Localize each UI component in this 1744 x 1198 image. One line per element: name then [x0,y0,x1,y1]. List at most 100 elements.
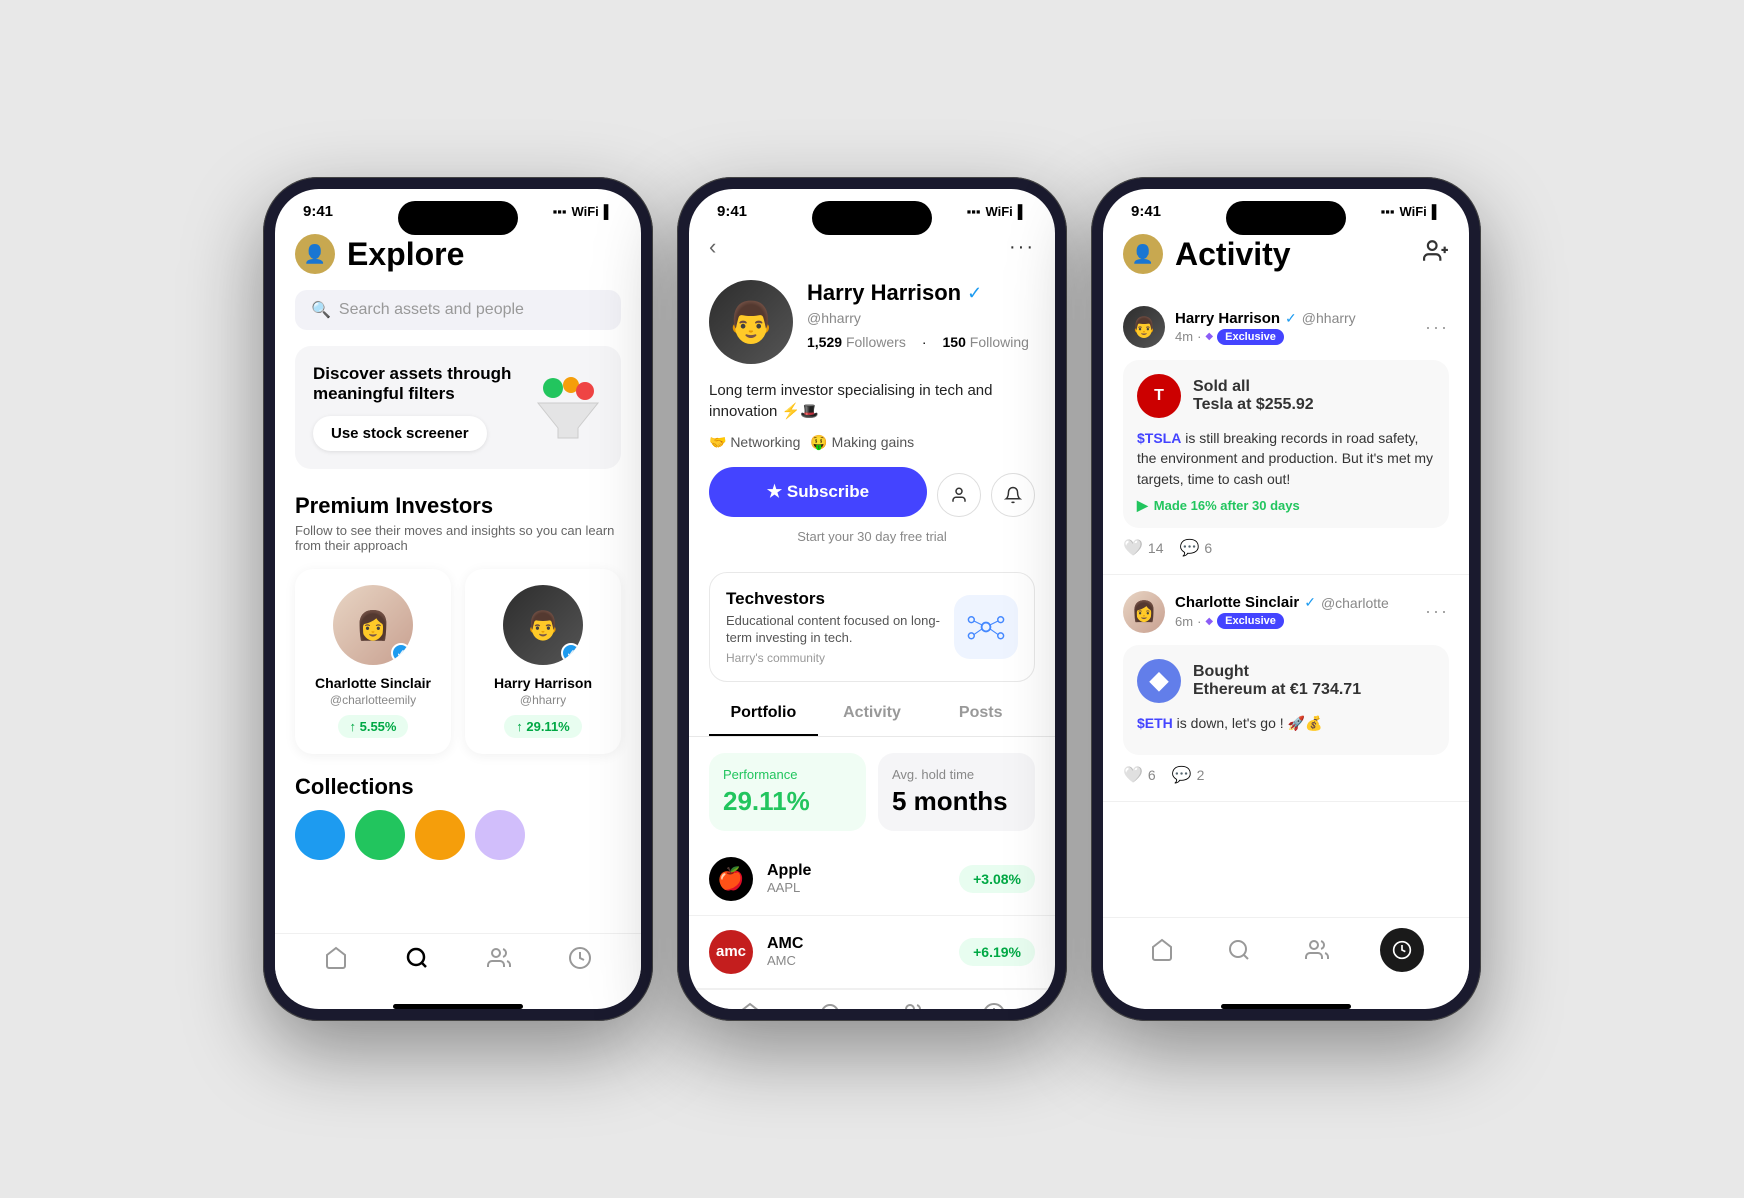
nav-feed-icon-2[interactable] [736,1000,764,1009]
profile-screen: ‹ ··· 👨 Harry Harrison ✓ @hharry [689,226,1055,1009]
screener-visual [533,373,603,443]
investor-card-charlotte[interactable]: 👩 ✓ Charlotte Sinclair @charlotteemily ↑… [295,569,451,754]
charlotte-feed-handle: @charlotte [1321,595,1389,611]
nav-search-icon-3[interactable] [1225,936,1253,964]
follow-button[interactable] [937,473,981,517]
notch-2 [812,201,932,235]
nav-people-icon-3[interactable] [1303,936,1331,964]
harry-comments[interactable]: 💬 6 [1180,538,1213,558]
charlotte-likes[interactable]: 🤍 6 [1123,765,1156,785]
hold-value: 5 months [892,786,1021,817]
notify-button[interactable] [991,473,1035,517]
charlotte-trade-action: Bought Ethereum at €1 734.71 [1193,663,1361,699]
explore-title: Explore [347,236,464,273]
search-placeholder: Search assets and people [339,301,524,319]
collection-2[interactable] [355,810,405,860]
community-card[interactable]: Techvestors Educational content focused … [709,572,1035,682]
harry-comments-count: 6 [1204,540,1212,556]
collection-3[interactable] [415,810,465,860]
nav-clock-icon-2[interactable] [980,1000,1008,1009]
nav-search-icon-2[interactable] [817,1000,845,1009]
followers-count: 1,529 [807,334,842,350]
tab-posts[interactable]: Posts [926,704,1035,736]
nav-clock-icon[interactable] [566,944,594,972]
profile-info: Harry Harrison ✓ @hharry 1,529 Followers… [807,280,1035,350]
amc-change: +6.19% [959,938,1035,966]
nav-search-icon[interactable] [403,944,431,972]
harry-likes[interactable]: 🤍 14 [1123,538,1164,558]
signal-icon-3: ▪▪▪ [1381,204,1395,219]
phone-1-screen: 9:41 ▪▪▪ WiFi ▌ 👤 Explore [275,189,641,1009]
harry-time: 4m [1175,329,1193,344]
screener-text: Discover assets through meaningful filte… [313,364,533,451]
tab-activity[interactable]: Activity [818,704,927,736]
amc-logo: amc [709,930,753,974]
nav-people-icon-2[interactable] [899,1000,927,1009]
harry-likes-count: 14 [1148,540,1164,556]
use-stock-screener-button[interactable]: Use stock screener [313,416,487,451]
more-button[interactable]: ··· [1009,236,1035,259]
charlotte-feed-info: Charlotte Sinclair ✓ @charlotte 6m · ◆ E… [1175,594,1415,629]
collection-4[interactable] [475,810,525,860]
charlotte-trade-header: ◆ Bought Ethereum at €1 734.71 [1137,659,1435,703]
notch-1 [398,201,518,235]
community-desc: Educational content focused on long-term… [726,613,940,647]
nav-feed-icon[interactable] [322,944,350,972]
add-user-button[interactable] [1423,238,1449,271]
purple-dot-icon-2: ◆ [1205,616,1213,627]
charlotte-likes-count: 6 [1148,767,1156,783]
charlotte-avatar: 👩 ✓ [333,585,413,665]
harry-name: Harry Harrison [494,675,592,691]
nav-people-icon[interactable] [485,944,513,972]
phone-1: 9:41 ▪▪▪ WiFi ▌ 👤 Explore [263,177,653,1021]
community-text: Techvestors Educational content focused … [726,589,940,665]
nav-feed-icon-3[interactable] [1148,936,1176,964]
dot-separator: · [1197,329,1201,344]
harry-feed-verified: ✓ [1285,310,1297,327]
profile-handle: @hharry [807,310,1035,326]
hold-label: Avg. hold time [892,767,1021,782]
signal-icon: ▪▪▪ [553,204,567,219]
portfolio-stats: Performance 29.11% Avg. hold time 5 mont… [689,737,1055,843]
harry-trade-card: T Sold all Tesla at $255.92 $TSLA is sti… [1123,360,1449,528]
tesla-logo-icon: T [1137,374,1181,418]
profile-bio: Long term investor specialising in tech … [689,380,1055,434]
charlotte-trade-comment: $ETH is down, let's go ! 🚀💰 [1137,713,1435,733]
status-icons-3: ▪▪▪ WiFi ▌ [1381,204,1441,219]
bottom-nav-2 [689,989,1055,1009]
funnel-svg [533,373,603,443]
activity-user-avatar[interactable]: 👤 [1123,234,1163,274]
subscribe-button[interactable]: ★ Subscribe [709,467,927,517]
activity-header-left: 👤 Activity [1123,234,1291,274]
premium-subtitle: Follow to see their moves and insights s… [295,523,621,553]
community-sub: Harry's community [726,651,940,665]
stock-item-apple[interactable]: 🍎 Apple AAPL +3.08% [689,843,1055,916]
tab-portfolio[interactable]: Portfolio [709,704,818,736]
community-name: Techvestors [726,589,940,609]
charlotte-handle: @charlotteemily [330,693,416,707]
harry-more-button[interactable]: ··· [1425,317,1449,338]
purple-dot-icon: ◆ [1205,331,1213,342]
harry-handle: @hharry [520,693,566,707]
charlotte-comments[interactable]: 💬 2 [1172,765,1205,785]
nav-activity-active[interactable] [1380,928,1424,972]
add-user-icon [1423,238,1449,264]
charlotte-feed-meta: 6m · ◆ Exclusive [1175,613,1415,629]
charlotte-more-button[interactable]: ··· [1425,601,1449,622]
search-bar[interactable]: 🔍 Search assets and people [295,290,621,330]
collection-1[interactable] [295,810,345,860]
investor-card-harry[interactable]: 👨 ✓ Harry Harrison @hharry ↑ 29.11% [465,569,621,754]
followers-label: Followers [846,334,906,350]
apple-ticker: AAPL [767,880,945,895]
premium-section: Premium Investors Follow to see their mo… [295,493,621,754]
explore-header: 👤 Explore [295,226,621,290]
harry-verified: ✓ [561,643,581,663]
charlotte-feed-user-row: 👩 Charlotte Sinclair ✓ @charlotte 6m [1123,591,1449,633]
stock-item-amc[interactable]: amc AMC AMC +6.19% [689,916,1055,989]
tag-networking: 🤝 Networking [709,434,800,451]
back-button[interactable]: ‹ [709,234,716,260]
user-avatar[interactable]: 👤 [295,234,335,274]
profile-tabs: Portfolio Activity Posts [689,692,1055,737]
apple-info: Apple AAPL [767,862,945,895]
exclusive-badge-harry: Exclusive [1217,329,1284,345]
